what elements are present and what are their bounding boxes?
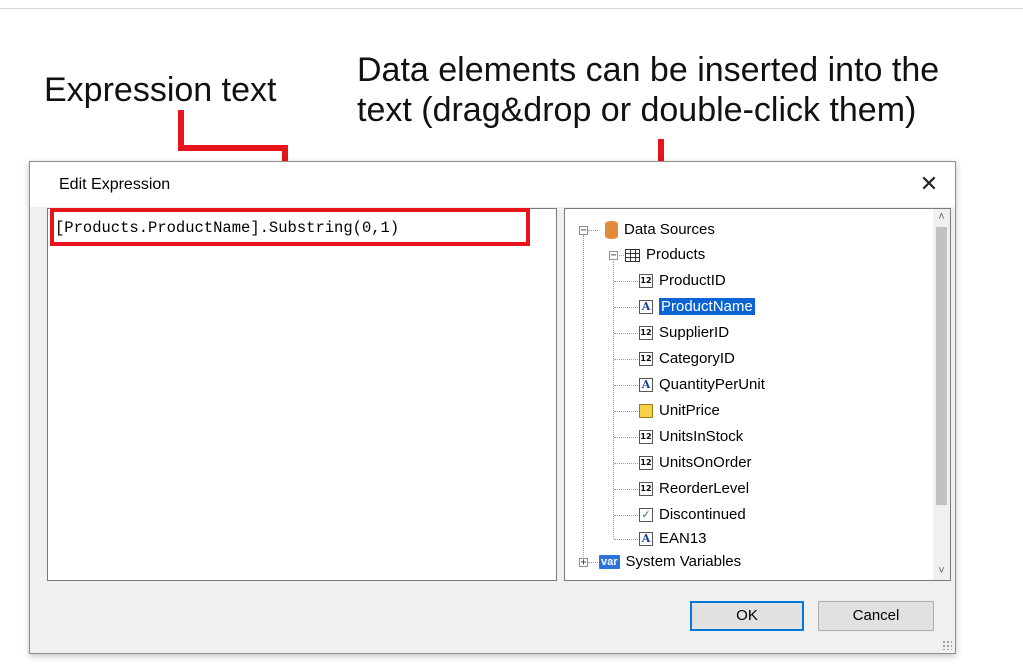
- tree-field-categoryid[interactable]: 12 CategoryID: [639, 347, 735, 371]
- tree-connector: [614, 437, 638, 439]
- tree-connector: [614, 411, 638, 413]
- tree-field-label: ProductID: [659, 272, 726, 290]
- ok-button[interactable]: OK: [690, 601, 804, 631]
- tree-field-discontinued[interactable]: ✓ Discontinued: [639, 503, 746, 527]
- tree-node-system-variables[interactable]: var System Variables: [599, 550, 741, 574]
- number-icon: 12: [639, 482, 653, 497]
- resize-grip-icon[interactable]: [942, 640, 952, 650]
- tree-field-productid[interactable]: 12 ProductID: [639, 269, 726, 293]
- tree-field-label: EAN13: [659, 530, 707, 548]
- tree-node-data-sources[interactable]: Data Sources: [605, 218, 715, 242]
- tree-field-label: ReorderLevel: [659, 480, 750, 498]
- callout-line-left-vertical-top: [178, 110, 184, 150]
- tree-field-unitprice[interactable]: UnitPrice: [639, 399, 720, 423]
- data-elements-callout: Data elements can be inserted into the t…: [357, 50, 939, 130]
- tree-field-label: CategoryID: [659, 350, 735, 368]
- table-icon: [625, 248, 640, 262]
- collapse-icon[interactable]: −: [609, 251, 618, 261]
- text-field-icon: A: [639, 300, 653, 315]
- tree-field-label: UnitsInStock: [659, 428, 744, 446]
- tree-field-label: SupplierID: [659, 324, 730, 342]
- data-tree[interactable]: − Data Sources − Products 12 ProductID AP…: [564, 208, 951, 581]
- tree-connector: [588, 230, 598, 232]
- tree-field-label: QuantityPerUnit: [659, 376, 765, 394]
- tree-field-label: UnitPrice: [659, 402, 720, 420]
- tree-connector: [614, 385, 638, 387]
- close-icon[interactable]: ✕: [915, 170, 943, 198]
- tree-connector: [614, 333, 638, 335]
- tree-connector: [614, 515, 638, 517]
- tree-field-unitsonorder[interactable]: 12 UnitsOnOrder: [639, 451, 752, 475]
- currency-icon: [639, 404, 653, 419]
- tree-connector: [614, 539, 638, 541]
- scrollbar-thumb[interactable]: [936, 227, 947, 505]
- tree-connector: [583, 235, 585, 559]
- number-icon: 12: [639, 456, 653, 471]
- tree-field-label-selected: ProductName: [659, 298, 755, 316]
- tree-connector: [614, 307, 638, 309]
- text-field-icon: A: [639, 532, 653, 547]
- data-elements-callout-line2: text (drag&drop or double-click them): [357, 91, 917, 129]
- top-divider: [0, 8, 1023, 9]
- tree-field-unitsinstock[interactable]: 12 UnitsInStock: [639, 425, 743, 449]
- tree-field-ean13[interactable]: A EAN13: [639, 527, 707, 551]
- tree-connector: [614, 281, 638, 283]
- number-icon: 12: [639, 326, 653, 341]
- expand-icon[interactable]: +: [579, 558, 588, 568]
- tree-connector: [588, 562, 598, 564]
- scroll-down-icon[interactable]: ˅: [933, 563, 950, 580]
- expression-editor[interactable]: [Products.ProductName].Substring(0,1): [47, 208, 557, 581]
- number-icon: 12: [639, 274, 653, 289]
- number-icon: 12: [639, 352, 653, 367]
- callout-line-left-horizontal: [178, 145, 288, 151]
- scroll-up-icon[interactable]: ˄: [933, 209, 950, 226]
- tree-scrollbar[interactable]: ˄ ˅: [933, 209, 950, 580]
- tree-field-supplierid[interactable]: 12 SupplierID: [639, 321, 729, 345]
- text-field-icon: A: [639, 378, 653, 393]
- tree-field-productname[interactable]: A ProductName: [639, 295, 755, 319]
- checkbox-icon: ✓: [639, 508, 653, 523]
- dialog-titlebar: Edit Expression ✕: [30, 162, 955, 207]
- dialog-title: Edit Expression: [59, 176, 171, 193]
- tree-node-label: Products: [646, 246, 706, 264]
- tree-field-quantityperunit[interactable]: A QuantityPerUnit: [639, 373, 765, 397]
- data-elements-callout-line1: Data elements can be inserted into the: [357, 51, 940, 89]
- variable-icon: var: [599, 555, 620, 570]
- collapse-icon[interactable]: −: [579, 226, 588, 236]
- tree-field-reorderlevel[interactable]: 12 ReorderLevel: [639, 477, 749, 501]
- tree-field-label: Discontinued: [659, 506, 746, 524]
- tree-node-label: System Variables: [625, 553, 742, 571]
- expression-highlight-box: [50, 208, 530, 246]
- tree-connector: [614, 359, 638, 361]
- tree-connector: [613, 261, 615, 539]
- tree-node-label: Data Sources: [624, 221, 715, 239]
- tree-connector: [614, 463, 638, 465]
- database-icon: [605, 221, 618, 240]
- tree-connector: [614, 489, 638, 491]
- cancel-button[interactable]: Cancel: [818, 601, 934, 631]
- number-icon: 12: [639, 430, 653, 445]
- tree-node-products[interactable]: Products: [625, 243, 705, 267]
- expression-text-callout: Expression text: [44, 71, 277, 109]
- tree-field-label: UnitsOnOrder: [659, 454, 752, 472]
